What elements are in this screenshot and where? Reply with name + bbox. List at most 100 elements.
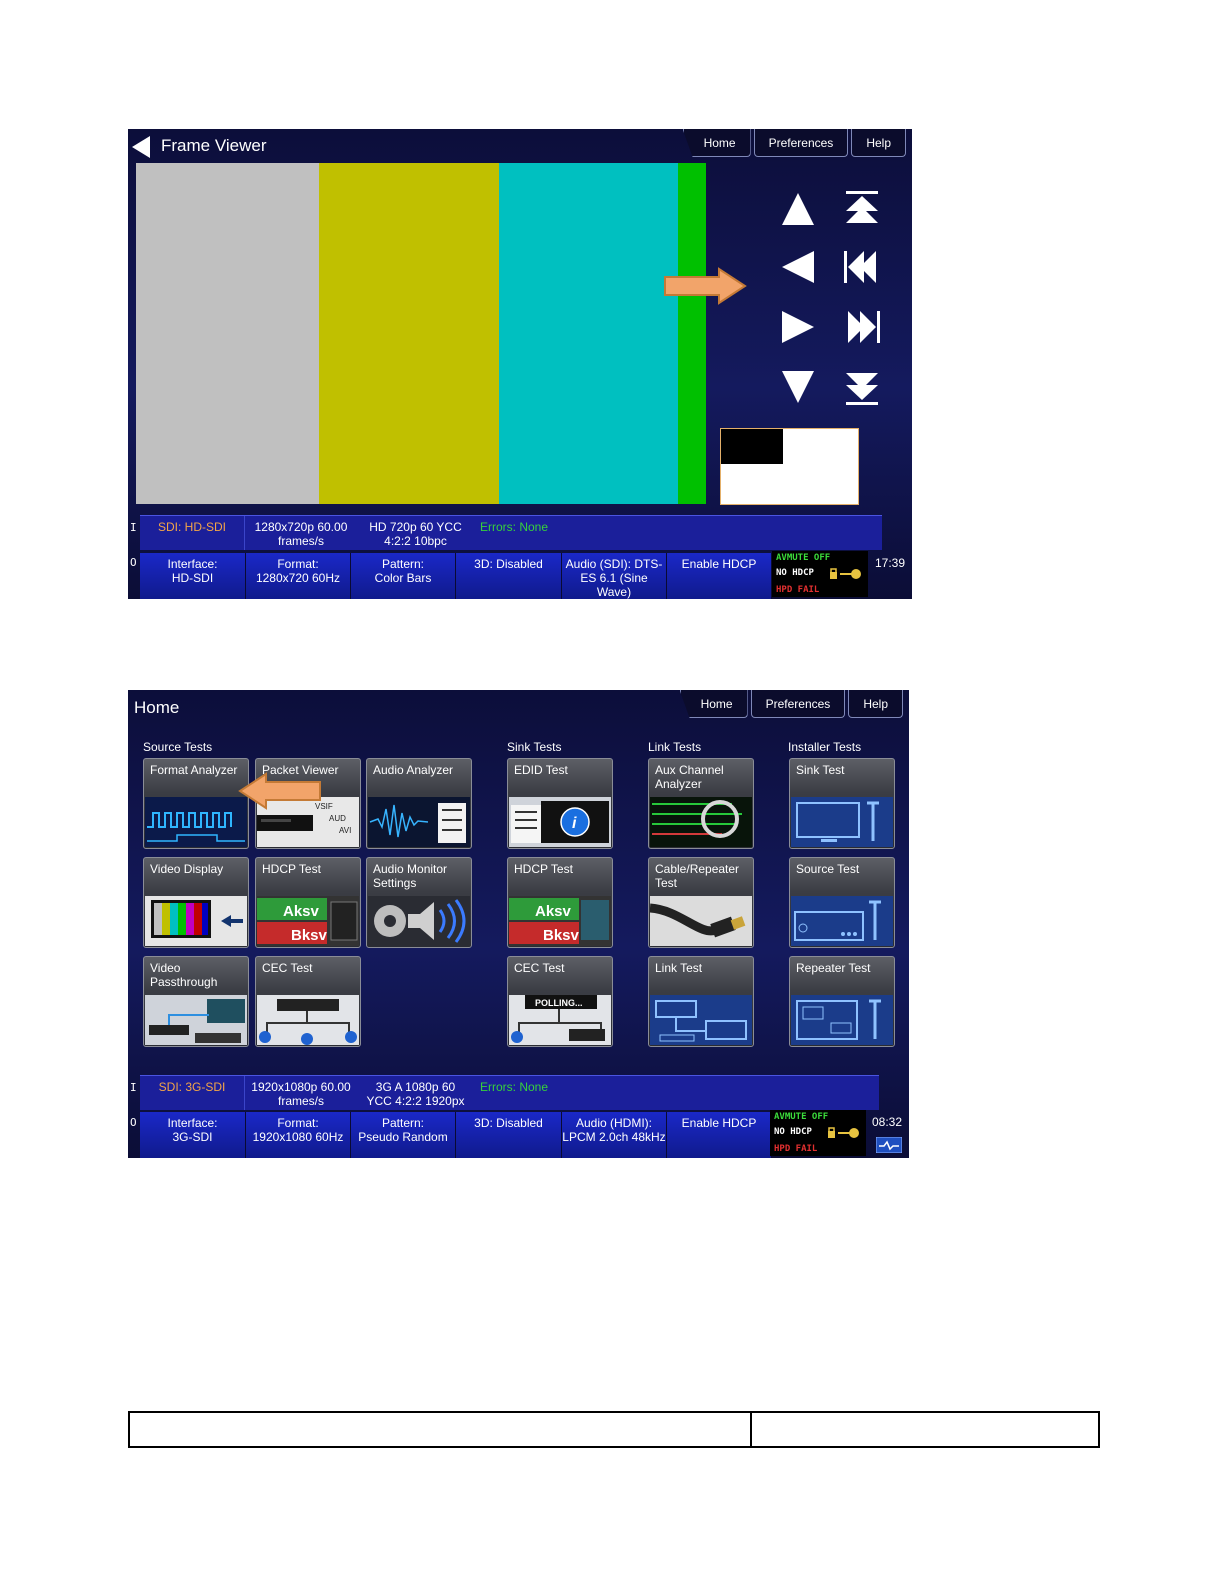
avi-text: AVI bbox=[339, 826, 351, 835]
audio-label: Audio (SDI): DTS-ES 6.1 (Sine Wave) bbox=[565, 557, 663, 599]
move-up-icon[interactable] bbox=[778, 189, 818, 229]
orange-pointer-arrow-icon bbox=[238, 772, 321, 810]
3d-label: 3D: Disabled bbox=[474, 557, 543, 571]
source-wrench-icon bbox=[791, 896, 893, 946]
format-analyzer-tile[interactable]: Format Analyzer bbox=[143, 758, 249, 849]
key-lock-icon bbox=[830, 568, 861, 579]
aksv-text: Aksv bbox=[283, 903, 320, 920]
pattern-value: Pseudo Random bbox=[358, 1130, 448, 1144]
pattern-button[interactable]: Pattern: Pseudo Random bbox=[351, 1112, 456, 1158]
signal-monitor-icon[interactable] bbox=[876, 1137, 902, 1153]
home-button[interactable]: Home bbox=[679, 690, 748, 718]
minimap-viewport bbox=[721, 429, 783, 464]
interface-button[interactable]: Interface: HD-SDI bbox=[140, 553, 246, 599]
magnifier-data-icon bbox=[650, 797, 752, 847]
hdcp-test-sink-tile[interactable]: HDCP Test Aksv Bksv bbox=[507, 857, 613, 948]
frame-position-minimap[interactable] bbox=[720, 428, 859, 505]
clock: 17:39 bbox=[875, 556, 906, 570]
jump-bottom-icon[interactable] bbox=[842, 367, 882, 407]
tile-label: Sink Test bbox=[796, 763, 845, 777]
document-table bbox=[128, 1411, 1100, 1448]
interface-label: Interface: bbox=[167, 557, 218, 571]
audio-button[interactable]: Audio (HDMI): LPCM 2.0ch 48kHz bbox=[562, 1112, 667, 1158]
3d-button[interactable]: 3D: Disabled bbox=[456, 1112, 562, 1158]
section-source-tests: Source Tests bbox=[143, 740, 213, 754]
cable-repeater-test-tile[interactable]: Cable/Repeater Test bbox=[648, 857, 754, 948]
jump-right-icon[interactable] bbox=[842, 307, 882, 347]
video-display-tile[interactable]: Video Display bbox=[143, 857, 249, 948]
enable-hdcp-button[interactable]: Enable HDCP bbox=[667, 553, 772, 599]
orange-pointer-arrow-icon bbox=[664, 267, 747, 305]
tile-label: Format Analyzer bbox=[150, 763, 238, 777]
pattern-value: Color Bars bbox=[374, 571, 432, 585]
tile-label: HDCP Test bbox=[514, 862, 573, 876]
section-sink-tests: Sink Tests bbox=[507, 740, 562, 754]
tile-label: CEC Test bbox=[514, 961, 565, 975]
format-label: Format: bbox=[277, 557, 319, 571]
jump-left-icon[interactable] bbox=[842, 247, 882, 287]
monitor-info-icon: i bbox=[509, 797, 611, 847]
pattern-button[interactable]: Pattern: Color Bars bbox=[351, 553, 456, 599]
video-passthrough-tile[interactable]: Video Passthrough bbox=[143, 956, 249, 1047]
home-button[interactable]: Home bbox=[682, 129, 751, 157]
cec-test-source-tile[interactable]: CEC Test bbox=[255, 956, 361, 1047]
3d-button[interactable]: 3D: Disabled bbox=[456, 553, 562, 599]
tile-label: Aux Channel Analyzer bbox=[655, 763, 724, 791]
table-column-divider bbox=[750, 1413, 752, 1446]
help-button[interactable]: Help bbox=[851, 129, 906, 157]
tile-label: Link Test bbox=[655, 961, 703, 975]
source-test-tile[interactable]: Source Test bbox=[789, 857, 895, 948]
top-navigation: Home Preferences Help bbox=[680, 129, 906, 157]
clock: 08:32 bbox=[872, 1115, 903, 1129]
hpd-status: HPD FAIL bbox=[774, 1144, 818, 1154]
audio-monitor-settings-tile[interactable]: Audio Monitor Settings bbox=[366, 857, 472, 948]
input-timing: 1280x720p 60.00 frames/s bbox=[254, 520, 348, 548]
hdcp-test-source-tile[interactable]: HDCP Test Aksv Bksv bbox=[255, 857, 361, 948]
format-value: 1280x720 60Hz bbox=[255, 571, 341, 585]
gear-speaker-icon bbox=[368, 896, 470, 946]
format-button[interactable]: Format: 1920x1080 60Hz bbox=[246, 1112, 351, 1158]
cec-polling-icon: POLLING... bbox=[509, 995, 611, 1045]
cec-devices-icon bbox=[257, 995, 359, 1045]
preferences-button[interactable]: Preferences bbox=[753, 129, 849, 157]
aksv-bksv-icon: Aksv Bksv bbox=[257, 896, 359, 946]
frame-display bbox=[136, 163, 706, 504]
aux-channel-analyzer-tile[interactable]: Aux Channel Analyzer bbox=[648, 758, 754, 849]
svg-text:i: i bbox=[572, 815, 577, 832]
interface-button[interactable]: Interface: 3G-SDI bbox=[140, 1112, 246, 1158]
audio-analyzer-tile[interactable]: Audio Analyzer bbox=[366, 758, 472, 849]
home-screen: Home Home Preferences Help Source Tests … bbox=[128, 690, 909, 1158]
color-bar-yellow bbox=[319, 163, 499, 504]
hdmi-cable-icon bbox=[650, 896, 752, 946]
audio-waveform-icon bbox=[368, 797, 470, 847]
input-signal: SDI: 3G-SDI bbox=[140, 1076, 245, 1110]
frame-viewer-screen: Frame Viewer Home Preferences Help I SDI… bbox=[128, 129, 912, 599]
input-signal: SDI: HD-SDI bbox=[140, 516, 245, 550]
help-button[interactable]: Help bbox=[848, 690, 903, 718]
bksv-text: Bksv bbox=[543, 927, 580, 944]
move-right-icon[interactable] bbox=[778, 307, 818, 347]
repeater-test-tile[interactable]: Repeater Test bbox=[789, 956, 895, 1047]
link-test-tile[interactable]: Link Test bbox=[648, 956, 754, 1047]
hdcp-status: NO HDCP bbox=[774, 1127, 812, 1137]
move-left-icon[interactable] bbox=[778, 247, 818, 287]
enable-hdcp-button[interactable]: Enable HDCP bbox=[667, 1112, 772, 1158]
jump-top-icon[interactable] bbox=[842, 189, 882, 229]
edid-test-tile[interactable]: EDID Test i bbox=[507, 758, 613, 849]
audio-button[interactable]: Audio (SDI): DTS-ES 6.1 (Sine Wave) bbox=[562, 553, 667, 599]
enable-hdcp-label: Enable HDCP bbox=[681, 1116, 757, 1130]
tile-label: Audio Monitor Settings bbox=[373, 862, 448, 890]
hdcp-status: NO HDCP bbox=[776, 568, 814, 578]
cec-test-sink-tile[interactable]: CEC Test POLLING... bbox=[507, 956, 613, 1047]
bksv-text: Bksv bbox=[291, 927, 328, 944]
move-down-icon[interactable] bbox=[778, 367, 818, 407]
hpd-status: HPD FAIL bbox=[776, 585, 820, 595]
sink-test-tile[interactable]: Sink Test bbox=[789, 758, 895, 849]
link-diagram-icon bbox=[650, 995, 752, 1045]
aud-text: AUD bbox=[329, 814, 346, 823]
preferences-button[interactable]: Preferences bbox=[750, 690, 846, 718]
avmute-status: AVMUTE OFF bbox=[774, 1112, 829, 1122]
pattern-label: Pattern: bbox=[381, 557, 425, 571]
back-arrow-icon[interactable] bbox=[132, 136, 150, 158]
format-button[interactable]: Format: 1280x720 60Hz bbox=[246, 553, 351, 599]
